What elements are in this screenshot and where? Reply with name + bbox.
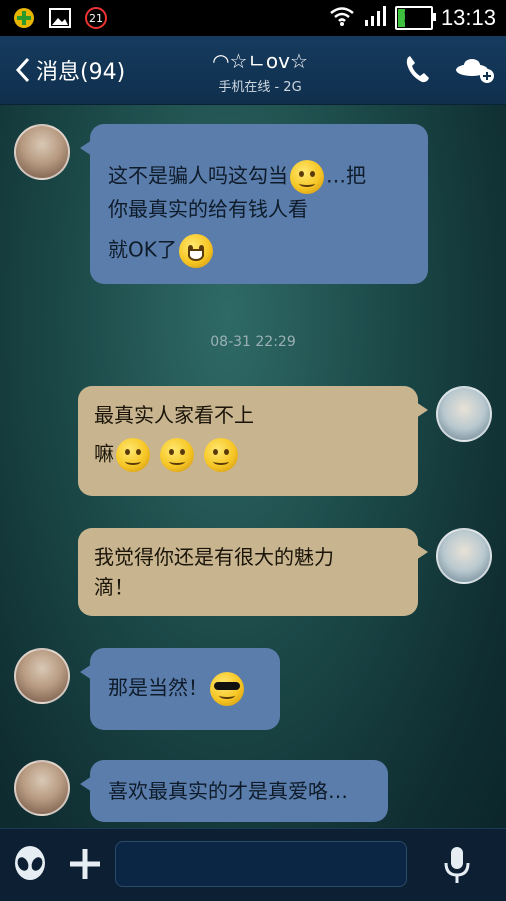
phone-call-button[interactable] [404,54,430,88]
more-actions-button[interactable] [454,54,496,88]
message-bubble-sent[interactable]: 最真实人家看不上 嘛 [78,386,428,496]
grin-emoji [178,234,213,268]
message-text: 滴！ [94,575,134,599]
back-button[interactable]: 消息(94) [14,54,125,86]
message-bubble-received[interactable]: 这不是骗人吗这勾当 …把 你最真实的给有钱人看 就OK了 [80,124,428,284]
chat-header: 消息(94) ◠☆ㄴov☆ 手机在线 - 2G [0,36,506,105]
worried-emoji [116,438,150,472]
phone-icon [406,56,429,83]
message-text: 我觉得你还是有很大的魅力 [94,545,334,569]
my-avatar[interactable] [436,528,492,584]
ufo-plus-icon [456,59,494,83]
app-notification-icon [12,6,36,30]
message-text: 那是当然！ [108,675,208,700]
contact-status: 手机在线 - 2G [218,80,302,95]
contact-avatar[interactable] [14,648,70,704]
my-avatar[interactable] [436,386,492,442]
message-text: 这不是骗人吗这勾当 [108,163,288,188]
message-bubble-received[interactable]: 喜欢最真实的才是真爱咯… [80,760,388,822]
svg-text:21: 21 [89,12,103,25]
add-attachment-button[interactable] [68,847,102,885]
message-text: …把 [326,163,366,188]
alien-icon [15,846,45,880]
message-text: 嘛 [94,441,114,466]
back-label: 消息(94) [36,60,126,85]
worried-emoji [160,438,194,472]
contact-name: ◠☆ㄴov☆ [212,49,308,73]
message-input[interactable] [115,841,407,887]
smirk-emoji [290,160,324,194]
message-text: 就OK了 [108,237,177,262]
status-bar: 21 21 13:13 [0,0,506,36]
voice-input-button[interactable] [442,845,472,889]
notification-count-badge: 21 [84,6,108,30]
microphone-icon [444,847,470,883]
chevron-left-icon [15,57,30,83]
message-list[interactable]: 这不是骗人吗这勾当 …把 你最真实的给有钱人看 就OK了 08-31 22:29 … [0,104,506,828]
battery-icon: 21 [394,6,436,30]
message-bubble-received[interactable]: 那是当然！ [80,648,280,730]
sunglasses-emoji [210,672,244,706]
message-bubble-sent[interactable]: 我觉得你还是有很大的魅力 滴！ [78,528,428,616]
contact-avatar[interactable] [14,760,70,816]
battery-level: 21 [403,8,425,26]
contact-avatar[interactable] [14,124,70,180]
emoji-button[interactable] [12,845,48,889]
input-bar [0,828,506,901]
image-icon [48,6,72,30]
message-text: 你最真实的给有钱人看 [108,197,308,221]
clock: 13:13 [440,5,496,30]
message-text: 喜欢最真实的才是真爱咯… [108,779,348,803]
signal-icon [363,4,387,32]
message-timestamp: 08-31 22:29 [210,334,296,350]
message-text: 最真实人家看不上 [94,403,254,427]
worried-emoji [204,438,238,472]
plus-icon [70,849,100,879]
wifi-icon [329,5,355,31]
contact-info[interactable]: ◠☆ㄴov☆ 手机在线 - 2G [160,48,360,95]
